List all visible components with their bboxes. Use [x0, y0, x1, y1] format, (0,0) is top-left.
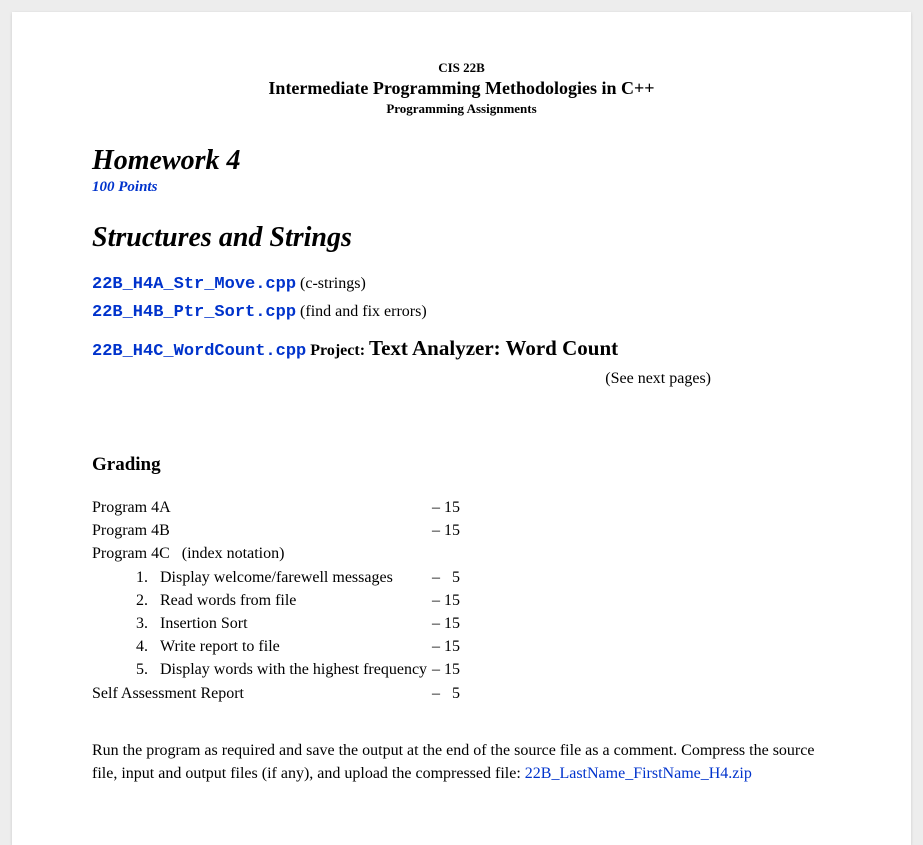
item-text: Read words from file: [160, 589, 432, 612]
item-number: 3.: [120, 612, 148, 635]
project-name: Text Analyzer: Word Count: [369, 336, 618, 360]
grading-subitem: 2. Read words from file – 15: [120, 589, 831, 612]
grading-subitem: 3. Insertion Sort – 15: [120, 612, 831, 635]
program-4c-label: Program 4C: [92, 545, 170, 562]
grade-label: Program 4A: [92, 496, 432, 519]
item-score: – 5: [432, 566, 460, 589]
grading-subitem: 5. Display words with the highest freque…: [120, 658, 831, 681]
item-number: 2.: [120, 589, 148, 612]
topic-title: Structures and Strings: [92, 222, 831, 254]
course-title: Intermediate Programming Methodologies i…: [92, 78, 831, 99]
grading-heading: Grading: [92, 454, 831, 476]
item-number: 4.: [120, 635, 148, 658]
project-line: 22B_H4C_WordCount.cpp Project: Text Anal…: [92, 333, 831, 365]
grade-score: – 5: [432, 682, 460, 705]
program-4c-note: (index notation): [182, 545, 285, 562]
item-score: – 15: [432, 612, 460, 635]
grade-score: – 15: [432, 519, 460, 542]
grade-label: Program 4C (index notation): [92, 542, 432, 565]
grading-table: Program 4A – 15 Program 4B – 15 Program …: [92, 496, 831, 705]
file-note: (find and fix errors): [296, 303, 427, 320]
see-next: (See next pages): [92, 367, 831, 390]
item-text: Display words with the highest frequency: [160, 658, 432, 681]
grade-label: Program 4B: [92, 519, 432, 542]
instructions: Run the program as required and save the…: [92, 739, 831, 785]
project-label: Project:: [306, 342, 369, 359]
grade-row: Program 4B – 15: [92, 519, 831, 542]
file-row: 22B_H4A_Str_Move.cpp (c-strings): [92, 272, 831, 298]
homework-points: 100 Points: [92, 179, 831, 196]
course-code: CIS 22B: [92, 60, 831, 76]
homework-title: Homework 4: [92, 145, 831, 177]
grade-row: Program 4A – 15: [92, 496, 831, 519]
grade-row: Self Assessment Report – 5: [92, 682, 831, 705]
grading-subitem: 1. Display welcome/farewell messages – 5: [120, 566, 831, 589]
grading-subitem: 4. Write report to file – 15: [120, 635, 831, 658]
file-list: 22B_H4A_Str_Move.cpp (c-strings) 22B_H4B…: [92, 272, 831, 390]
file-code: 22B_H4B_Ptr_Sort.cpp: [92, 303, 296, 322]
item-score: – 15: [432, 589, 460, 612]
zip-filename: 22B_LastName_FirstName_H4.zip: [525, 765, 752, 782]
document-page: CIS 22B Intermediate Programming Methodo…: [12, 12, 911, 845]
item-text: Write report to file: [160, 635, 432, 658]
document-header: CIS 22B Intermediate Programming Methodo…: [92, 60, 831, 117]
item-number: 1.: [120, 566, 148, 589]
item-number: 5.: [120, 658, 148, 681]
item-text: Insertion Sort: [160, 612, 432, 635]
item-score: – 15: [432, 635, 460, 658]
course-subtitle: Programming Assignments: [92, 101, 831, 117]
file-row: 22B_H4B_Ptr_Sort.cpp (find and fix error…: [92, 300, 831, 326]
grade-score: – 15: [432, 496, 460, 519]
file-code: 22B_H4A_Str_Move.cpp: [92, 275, 296, 294]
item-text: Display welcome/farewell messages: [160, 566, 432, 589]
item-score: – 15: [432, 658, 460, 681]
grading-subitems: 1. Display welcome/farewell messages – 5…: [92, 566, 831, 682]
grade-label: Self Assessment Report: [92, 682, 432, 705]
project-code: 22B_H4C_WordCount.cpp: [92, 342, 306, 361]
grade-row: Program 4C (index notation): [92, 542, 831, 565]
file-note: (c-strings): [296, 275, 366, 292]
